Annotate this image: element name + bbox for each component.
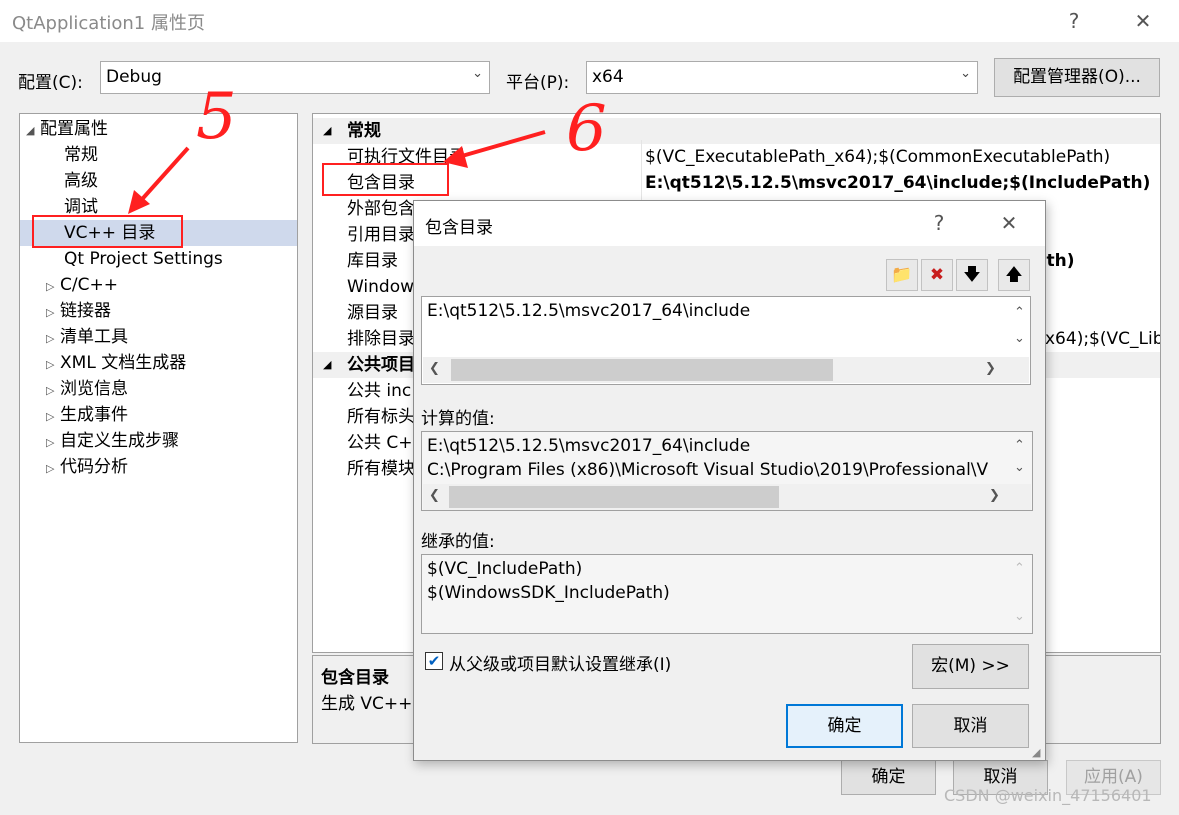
annotation-mark-5: 5	[196, 80, 237, 154]
annotation-mark-6: 6	[566, 92, 607, 166]
arrow-6-head	[443, 146, 468, 168]
arrow-5-shaft	[134, 146, 190, 208]
watermark: CSDN @weixin_47156401	[944, 786, 1152, 805]
arrow-6-shaft	[454, 130, 546, 160]
